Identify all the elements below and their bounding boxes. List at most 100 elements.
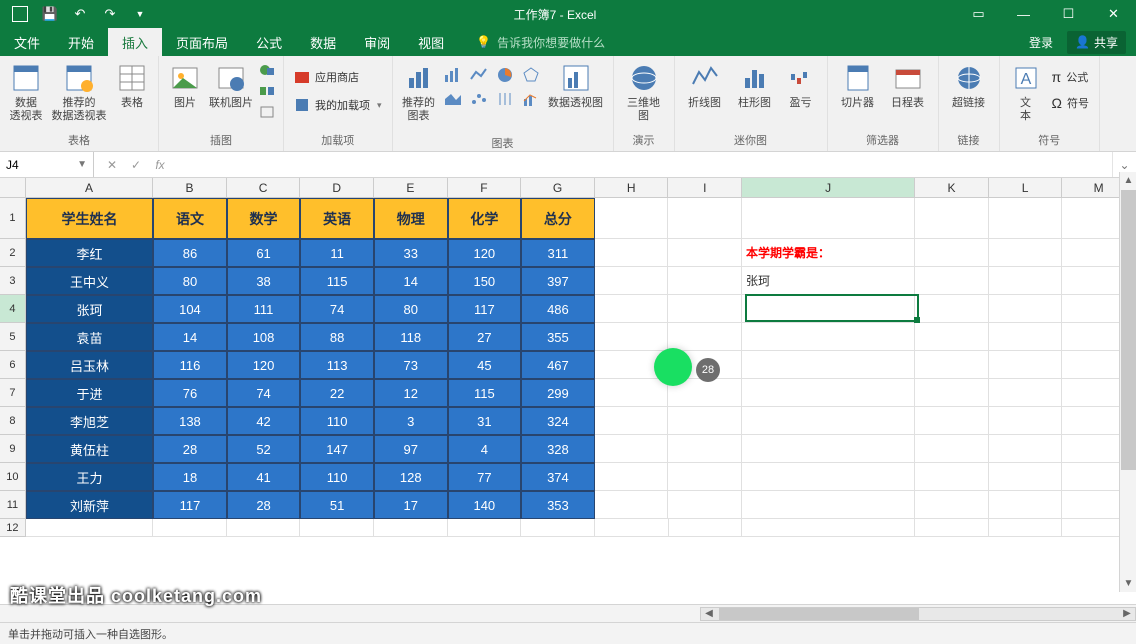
cell[interactable] [668, 267, 742, 295]
table-cell[interactable]: 115 [448, 379, 522, 407]
row-header[interactable]: 3 [0, 267, 26, 295]
table-cell[interactable]: 45 [448, 351, 522, 379]
table-cell[interactable]: 28 [227, 491, 301, 519]
tab-home[interactable]: 开始 [54, 28, 108, 56]
table-cell[interactable]: 物理 [374, 198, 448, 239]
table-cell[interactable]: 80 [374, 295, 448, 323]
cell[interactable] [915, 198, 989, 239]
cell[interactable] [668, 463, 742, 491]
col-header-G[interactable]: G [521, 178, 595, 197]
cell[interactable] [915, 239, 989, 267]
tab-review[interactable]: 审阅 [350, 28, 404, 56]
cell[interactable] [915, 379, 989, 407]
name-box[interactable]: J4▼ [0, 152, 94, 177]
table-cell[interactable]: 138 [153, 407, 227, 435]
my-addins-button[interactable]: 我的加载项▾ [290, 94, 386, 116]
cell[interactable] [989, 491, 1063, 519]
screenshot-icon[interactable] [257, 102, 277, 122]
cell[interactable] [915, 323, 989, 351]
table-cell[interactable]: 22 [300, 379, 374, 407]
row-header[interactable]: 8 [0, 407, 26, 435]
smartart-icon[interactable] [257, 81, 277, 101]
table-cell[interactable]: 355 [521, 323, 595, 351]
cell[interactable] [915, 463, 989, 491]
table-cell[interactable]: 袁苗 [26, 323, 153, 351]
table-cell[interactable]: 38 [227, 267, 301, 295]
table-cell[interactable]: 14 [153, 323, 227, 351]
table-cell[interactable]: 86 [153, 239, 227, 267]
table-cell[interactable]: 104 [153, 295, 227, 323]
sparkline-bar-button[interactable]: 柱形图 [731, 60, 779, 112]
picture-button[interactable]: 图片 [165, 60, 205, 112]
login-link[interactable]: 登录 [1029, 34, 1053, 51]
cell[interactable] [915, 519, 989, 537]
pivot-table-button[interactable]: 数据 透视表 [6, 60, 46, 125]
symbol-button[interactable]: Ω符号 [1048, 92, 1093, 114]
table-cell[interactable]: 28 [153, 435, 227, 463]
qat-dropdown-icon[interactable]: ▼ [126, 2, 154, 26]
table-cell[interactable]: 88 [300, 323, 374, 351]
cell[interactable] [595, 463, 669, 491]
sparkline-line-button[interactable]: 折线图 [681, 60, 729, 112]
row-header[interactable]: 7 [0, 379, 26, 407]
redo-icon[interactable]: ↷ [96, 2, 124, 26]
table-cell[interactable]: 108 [227, 323, 301, 351]
table-cell[interactable]: 52 [227, 435, 301, 463]
online-picture-button[interactable]: 联机图片 [207, 60, 255, 112]
table-cell[interactable]: 110 [300, 463, 374, 491]
maximize-icon[interactable]: ☐ [1046, 0, 1091, 28]
col-header-K[interactable]: K [915, 178, 989, 197]
ribbon-display-icon[interactable]: ▭ [956, 0, 1001, 28]
cell[interactable] [668, 435, 742, 463]
row-header[interactable]: 6 [0, 351, 26, 379]
table-cell[interactable]: 12 [374, 379, 448, 407]
table-cell[interactable]: 397 [521, 267, 595, 295]
table-cell[interactable]: 王中义 [26, 267, 153, 295]
save-icon[interactable]: 💾 [36, 2, 64, 26]
table-cell[interactable]: 17 [374, 491, 448, 519]
cell[interactable] [989, 519, 1063, 537]
table-cell[interactable]: 115 [300, 267, 374, 295]
table-cell[interactable]: 111 [227, 295, 301, 323]
cell[interactable] [742, 491, 915, 519]
cell[interactable] [595, 491, 669, 519]
table-button[interactable]: 表格 [112, 60, 152, 112]
cell[interactable] [668, 491, 742, 519]
table-cell[interactable]: 147 [300, 435, 374, 463]
table-cell[interactable]: 李旭芝 [26, 407, 153, 435]
cell[interactable] [595, 295, 669, 323]
recommended-pivot-button[interactable]: 推荐的 数据透视表 [48, 60, 110, 125]
table-cell[interactable]: 128 [374, 463, 448, 491]
tab-formula[interactable]: 公式 [242, 28, 296, 56]
sparkline-winloss-button[interactable]: 盈亏 [781, 60, 821, 112]
cell[interactable] [742, 435, 915, 463]
col-header-J[interactable]: J [742, 178, 915, 197]
table-cell[interactable]: 4 [448, 435, 522, 463]
row-header[interactable]: 10 [0, 463, 26, 491]
cell[interactable] [595, 435, 669, 463]
shapes-icon[interactable] [257, 60, 277, 80]
table-cell[interactable]: 李红 [26, 239, 153, 267]
cell[interactable] [595, 267, 669, 295]
cell[interactable] [989, 198, 1063, 239]
table-cell[interactable]: 18 [153, 463, 227, 491]
horizontal-scrollbar[interactable]: ◀ ▶ [700, 607, 1136, 621]
cell[interactable] [915, 267, 989, 295]
tab-insert[interactable]: 插入 [108, 28, 162, 56]
cell[interactable] [595, 323, 669, 351]
cell[interactable] [742, 379, 915, 407]
cell[interactable] [595, 198, 669, 239]
hyperlink-button[interactable]: 超链接 [945, 60, 993, 112]
cell[interactable] [989, 407, 1063, 435]
table-cell[interactable]: 116 [153, 351, 227, 379]
tab-layout[interactable]: 页面布局 [162, 28, 242, 56]
table-cell[interactable]: 语文 [153, 198, 227, 239]
table-cell[interactable]: 11 [300, 239, 374, 267]
table-cell[interactable]: 328 [521, 435, 595, 463]
table-cell[interactable]: 140 [448, 491, 522, 519]
row-header[interactable]: 1 [0, 198, 26, 239]
pivot-chart-button[interactable]: 数据透视图 [545, 60, 607, 112]
tell-me[interactable]: 💡告诉我你想要做什么 [458, 28, 605, 56]
table-cell[interactable]: 76 [153, 379, 227, 407]
table-cell[interactable]: 黄伍柱 [26, 435, 153, 463]
